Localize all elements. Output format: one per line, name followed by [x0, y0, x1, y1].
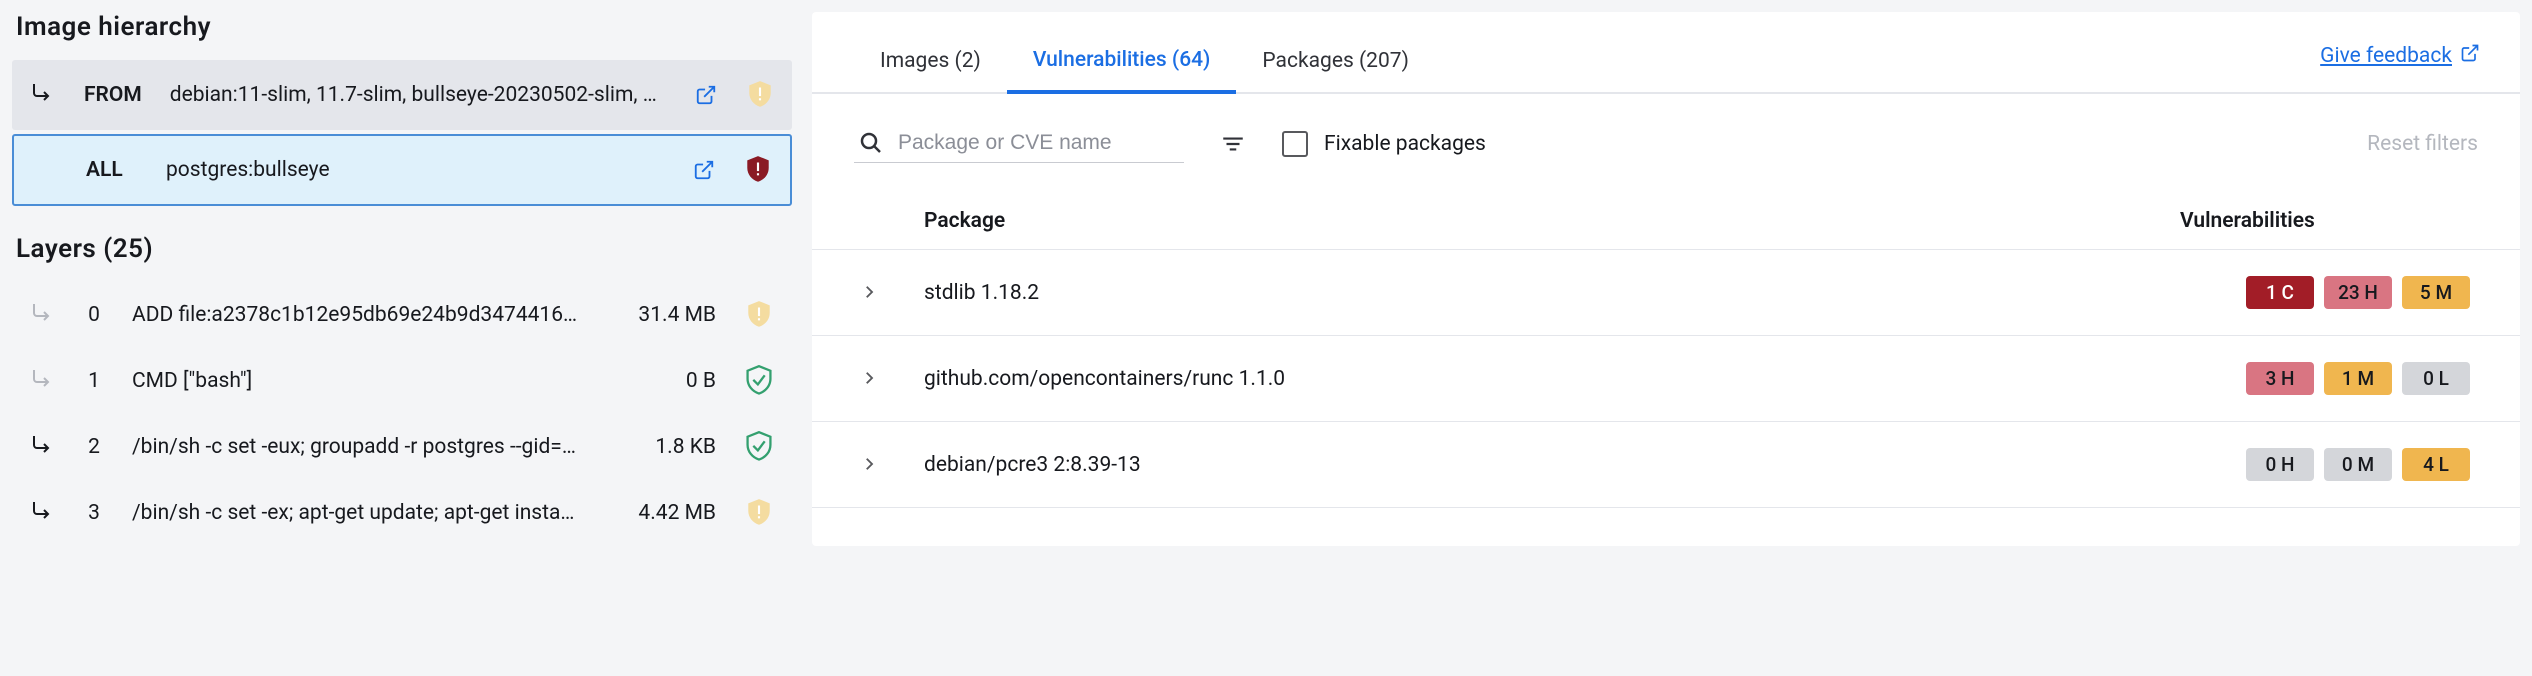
indent-arrow-icon: [30, 366, 56, 396]
layer-row[interactable]: 3 /bin/sh -c set -ex; apt-get update; ap…: [12, 480, 792, 546]
shield-icon: [746, 81, 774, 109]
external-link-icon[interactable]: [694, 83, 718, 107]
severity-badge: 5 M: [2402, 276, 2470, 309]
layer-index: 1: [84, 369, 104, 393]
header-package: Package: [924, 209, 2180, 233]
hierarchy-row[interactable]: ALL postgres:bullseye: [12, 134, 792, 206]
hierarchy-row[interactable]: FROM debian:11-slim, 11.7-slim, bullseye…: [12, 60, 792, 130]
shield-icon: [744, 432, 774, 462]
layer-index: 2: [84, 435, 104, 459]
severity-badge: 3 H: [2246, 362, 2314, 395]
external-link-icon: [2460, 43, 2480, 69]
reset-filters-button[interactable]: Reset filters: [2367, 132, 2478, 156]
hierarchy-text: postgres:bullseye: [166, 158, 664, 182]
hierarchy-text: debian:11-slim, 11.7-slim, bullseye-2023…: [170, 83, 666, 107]
severity-badge: 4 L: [2402, 448, 2470, 481]
layer-row[interactable]: 1 CMD ["bash"] 0 B: [12, 348, 792, 414]
layers-title: Layers (25): [12, 206, 792, 282]
package-name: stdlib 1.18.2: [924, 281, 2246, 305]
give-feedback-link[interactable]: Give feedback: [2320, 43, 2480, 87]
shield-icon: [744, 498, 774, 528]
severity-badge: 23 H: [2324, 276, 2392, 309]
vulnerability-badges: 0 H 0 M 4 L: [2246, 448, 2470, 481]
filter-bar: Fixable packages Reset filters: [812, 94, 2520, 193]
search-wrap[interactable]: [854, 124, 1184, 163]
chevron-right-icon[interactable]: [860, 283, 880, 303]
tab-vulnerabilities[interactable]: Vulnerabilities (64): [1007, 38, 1237, 94]
filter-icon[interactable]: [1220, 131, 1246, 157]
layer-size: 31.4 MB: [606, 303, 716, 327]
layers-list: 0 ADD file:a2378c1b12e95db69e24b9d347441…: [12, 282, 792, 546]
layer-command: CMD ["bash"]: [132, 369, 578, 393]
layer-row[interactable]: 2 /bin/sh -c set -eux; groupadd -r postg…: [12, 414, 792, 480]
vulnerability-badges: 1 C 23 H 5 M: [2246, 276, 2470, 309]
search-icon: [858, 130, 884, 156]
chevron-right-icon[interactable]: [860, 369, 880, 389]
severity-badge: 0 H: [2246, 448, 2314, 481]
package-row[interactable]: github.com/opencontainers/runc 1.1.0 3 H…: [812, 336, 2520, 422]
tabs-bar: Images (2) Vulnerabilities (64) Packages…: [812, 12, 2520, 94]
severity-badge: 0 L: [2402, 362, 2470, 395]
layer-command: /bin/sh -c set -eux; groupadd -r postgre…: [132, 435, 578, 459]
severity-badge: 1 C: [2246, 276, 2314, 309]
vulnerability-badges: 3 H 1 M 0 L: [2246, 362, 2470, 395]
package-table-body: stdlib 1.18.2 1 C 23 H 5 M github.com/open…: [812, 250, 2520, 508]
layer-command: /bin/sh -c set -ex; apt-get update; apt-…: [132, 501, 578, 525]
hierarchy-list: FROM debian:11-slim, 11.7-slim, bullseye…: [12, 60, 792, 206]
fixable-label: Fixable packages: [1324, 132, 1486, 156]
layer-row[interactable]: 0 ADD file:a2378c1b12e95db69e24b9d347441…: [12, 282, 792, 348]
hierarchy-tag: ALL: [86, 158, 138, 182]
external-link-icon[interactable]: [692, 158, 716, 182]
layer-size: 1.8 KB: [606, 435, 716, 459]
tab-images[interactable]: Images (2): [854, 39, 1007, 91]
severity-badge: 0 M: [2324, 448, 2392, 481]
fixable-checkbox[interactable]: [1282, 131, 1308, 157]
shield-icon: [744, 300, 774, 330]
package-name: github.com/opencontainers/runc 1.1.0: [924, 367, 2246, 391]
hierarchy-tag: FROM: [84, 83, 142, 107]
shield-icon: [744, 156, 772, 184]
package-row[interactable]: debian/pcre3 2:8.39-13 0 H 0 M 4 L: [812, 422, 2520, 508]
indent-arrow-icon: [30, 432, 56, 462]
table-header: Package Vulnerabilities: [812, 193, 2520, 250]
layer-size: 0 B: [606, 369, 716, 393]
indent-arrow-icon: [30, 80, 56, 110]
chevron-right-icon[interactable]: [860, 455, 880, 475]
severity-badge: 1 M: [2324, 362, 2392, 395]
package-name: debian/pcre3 2:8.39-13: [924, 453, 2246, 477]
layer-index: 0: [84, 303, 104, 327]
tab-packages[interactable]: Packages (207): [1236, 39, 1435, 91]
feedback-label: Give feedback: [2320, 44, 2452, 68]
indent-arrow-icon: [30, 498, 56, 528]
header-vulnerabilities: Vulnerabilities: [2180, 209, 2470, 233]
indent-arrow-icon: [30, 300, 56, 330]
package-row[interactable]: stdlib 1.18.2 1 C 23 H 5 M: [812, 250, 2520, 336]
search-input[interactable]: [898, 131, 1180, 155]
shield-icon: [744, 366, 774, 396]
layer-index: 3: [84, 501, 104, 525]
layer-command: ADD file:a2378c1b12e95db69e24b9d34744167…: [132, 303, 578, 327]
hierarchy-title: Image hierarchy: [12, 0, 792, 60]
layer-size: 4.42 MB: [606, 501, 716, 525]
